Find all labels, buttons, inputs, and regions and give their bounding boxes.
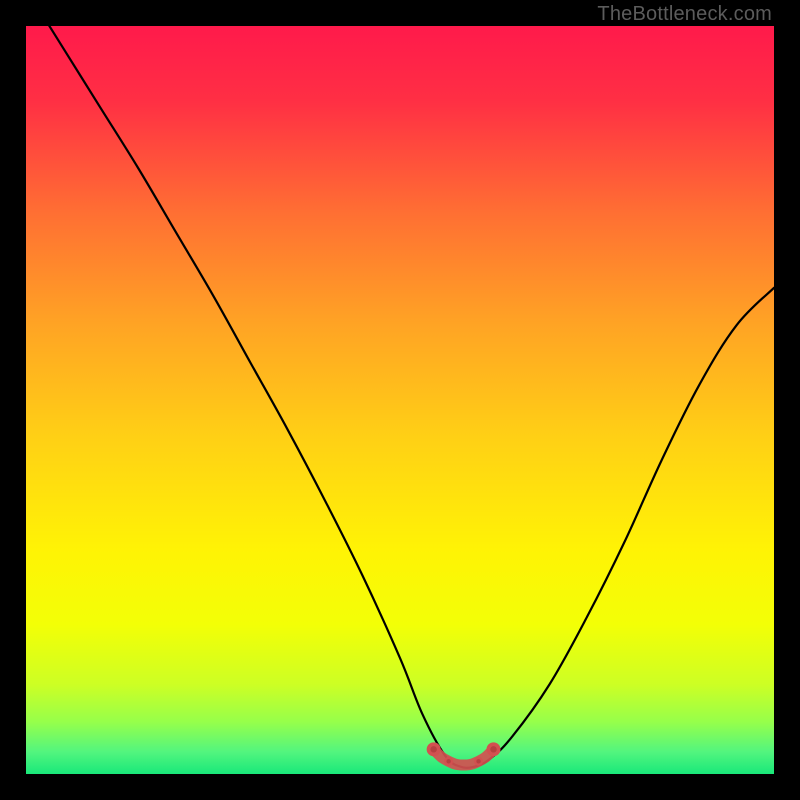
plot-area (26, 26, 774, 774)
chart-stage: TheBottleneck.com (0, 0, 800, 800)
bottleneck-curve (26, 26, 774, 768)
watermark-text: TheBottleneck.com (597, 3, 772, 26)
curve-layer (26, 26, 774, 774)
valley-marker (427, 742, 501, 765)
